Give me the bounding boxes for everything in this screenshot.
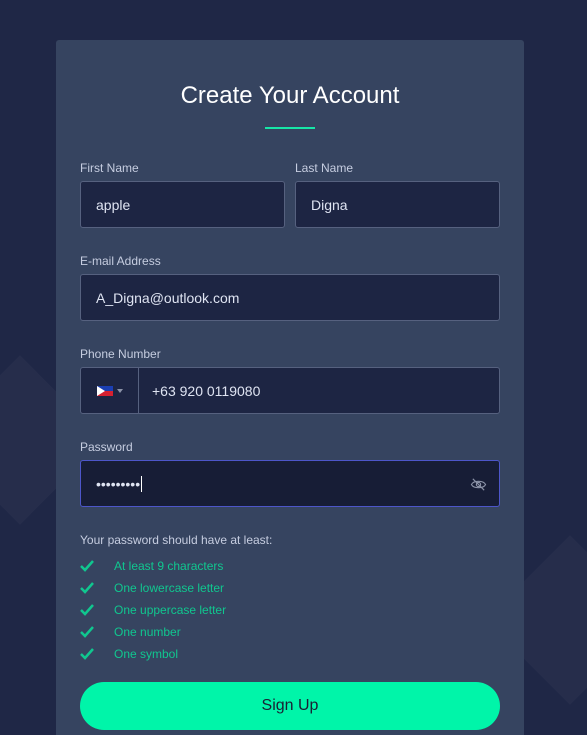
requirement-text: One symbol: [114, 647, 179, 661]
checkmark-icon: [80, 648, 94, 660]
requirement-text: One uppercase letter: [114, 603, 227, 617]
password-value: •••••••••: [96, 475, 141, 492]
email-value: A_Digna@outlook.com: [96, 289, 240, 306]
text-cursor: [141, 475, 143, 492]
country-selector[interactable]: [81, 368, 139, 413]
requirement-text: One lowercase letter: [114, 581, 225, 595]
sign-up-button[interactable]: Sign Up: [80, 682, 500, 730]
checkmark-icon: [80, 560, 94, 572]
email-field[interactable]: A_Digna@outlook.com: [80, 274, 500, 321]
title-underline: [265, 127, 315, 129]
last-name-label: Last Name: [295, 161, 354, 175]
password-requirements-title: Your password should have at least:: [80, 533, 273, 547]
last-name-value: Digna: [311, 196, 348, 213]
last-name-field[interactable]: Digna: [295, 181, 500, 228]
phone-label: Phone Number: [80, 347, 161, 361]
first-name-label: First Name: [80, 161, 139, 175]
phone-field[interactable]: +63 920 0119080: [80, 367, 500, 414]
password-field[interactable]: •••••••••: [80, 460, 500, 507]
checkmark-icon: [80, 582, 94, 594]
checkmark-icon: [80, 626, 94, 638]
requirement-text: One number: [114, 625, 181, 639]
philippines-flag-icon: [96, 385, 113, 396]
requirement-item: One number: [80, 621, 226, 643]
email-label: E-mail Address: [80, 254, 161, 268]
requirement-item: One lowercase letter: [80, 577, 226, 599]
first-name-field[interactable]: apple: [80, 181, 285, 228]
password-label: Password: [80, 440, 133, 454]
signup-card: Create Your Account First Name apple Las…: [56, 40, 524, 735]
page-title: Create Your Account: [180, 82, 400, 109]
phone-value: +63 920 0119080: [152, 382, 261, 399]
requirement-text: At least 9 characters: [114, 559, 224, 573]
requirement-item: One uppercase letter: [80, 599, 226, 621]
checkmark-icon: [80, 604, 94, 616]
password-requirements-list: At least 9 characters One lowercase lett…: [80, 555, 226, 665]
chevron-down-icon: [116, 388, 123, 393]
requirement-item: One symbol: [80, 643, 226, 665]
requirement-item: At least 9 characters: [80, 555, 226, 577]
first-name-value: apple: [96, 196, 131, 213]
eye-off-icon[interactable]: [470, 476, 487, 493]
